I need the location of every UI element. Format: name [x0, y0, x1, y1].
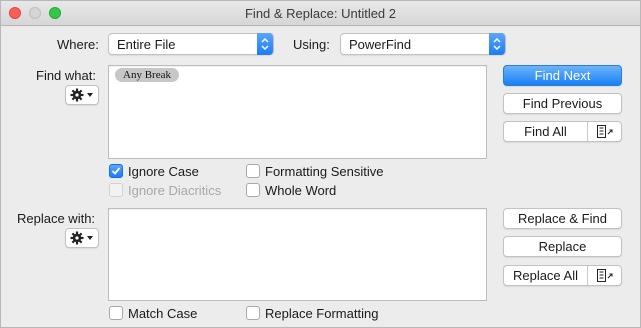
where-popup-arrows-icon: [257, 33, 273, 55]
find-replace-window: Find & Replace: Untitled 2 Where: Entire…: [0, 0, 641, 328]
whole-word-checkbox[interactable]: Whole Word: [246, 182, 336, 198]
replace-all-button[interactable]: Replace All: [503, 265, 622, 286]
chevron-down-icon: [87, 93, 93, 97]
find-next-button[interactable]: Find Next: [503, 65, 622, 86]
replace-all-label: Replace All: [512, 268, 579, 283]
find-what-label: Find what:: [36, 68, 96, 83]
checkbox-icon: [246, 183, 260, 197]
whole-word-label: Whole Word: [265, 182, 337, 198]
where-label: Where:: [57, 37, 99, 52]
using-value: PowerFind: [349, 37, 412, 52]
title-bar[interactable]: Find & Replace: Untitled 2: [1, 1, 640, 26]
find-all-button[interactable]: Find All: [503, 121, 622, 142]
formatting-sensitive-checkbox[interactable]: Formatting Sensitive: [246, 163, 384, 179]
replace-with-label: Replace with:: [17, 211, 96, 226]
replace-button[interactable]: Replace: [503, 236, 622, 257]
find-previous-button[interactable]: Find Previous: [503, 93, 622, 114]
replace-options-gear-button[interactable]: [65, 228, 99, 248]
ignore-case-label: Ignore Case: [128, 163, 199, 179]
any-break-token[interactable]: Any Break: [115, 68, 179, 82]
find-what-field[interactable]: Any Break: [108, 65, 487, 159]
checkbox-checked-icon: [109, 164, 123, 178]
using-popup-arrows-icon: [489, 33, 505, 55]
replace-with-field[interactable]: [108, 208, 487, 301]
match-case-label: Match Case: [128, 305, 198, 321]
gear-icon: [70, 88, 93, 102]
replace-formatting-label: Replace Formatting: [265, 305, 379, 321]
match-case-checkbox[interactable]: Match Case: [109, 305, 197, 321]
where-popup[interactable]: Entire File: [108, 33, 274, 55]
checkbox-icon: [109, 306, 123, 320]
where-value: Entire File: [117, 37, 176, 52]
using-popup[interactable]: PowerFind: [340, 33, 506, 55]
chevron-down-icon: [87, 236, 93, 240]
replace-all-options-button[interactable]: [587, 266, 621, 285]
replace-formatting-checkbox[interactable]: Replace Formatting: [246, 305, 378, 321]
checkbox-icon: [246, 164, 260, 178]
ignore-diacritics-label: Ignore Diacritics: [128, 182, 222, 198]
ignore-case-checkbox[interactable]: Ignore Case: [109, 163, 199, 179]
gear-icon: [70, 231, 93, 245]
formatting-sensitive-label: Formatting Sensitive: [265, 163, 384, 179]
find-all-label: Find All: [524, 124, 567, 139]
results-window-icon: [597, 269, 613, 282]
window-title: Find & Replace: Untitled 2: [244, 6, 397, 21]
results-window-icon: [597, 125, 613, 138]
using-label: Using:: [293, 37, 330, 52]
replace-and-find-button[interactable]: Replace & Find: [503, 208, 622, 229]
ignore-diacritics-checkbox: Ignore Diacritics: [109, 182, 221, 198]
checkbox-icon: [246, 306, 260, 320]
find-options-gear-button[interactable]: [65, 85, 99, 105]
checkbox-icon: [109, 183, 123, 197]
find-all-options-button[interactable]: [587, 122, 621, 141]
